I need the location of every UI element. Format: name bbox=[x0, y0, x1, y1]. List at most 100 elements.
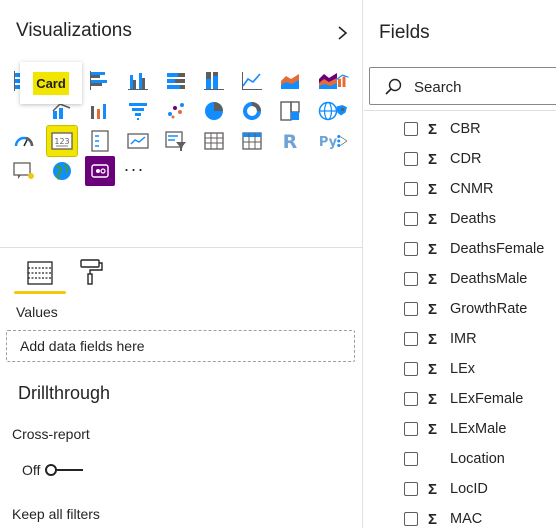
field-checkbox[interactable] bbox=[404, 452, 418, 466]
sigma-icon: Σ bbox=[427, 330, 437, 348]
filled-map-icon[interactable] bbox=[335, 96, 353, 126]
line-chart-icon[interactable] bbox=[237, 66, 267, 96]
azure-map-icon[interactable] bbox=[47, 156, 77, 186]
gauge-icon[interactable] bbox=[9, 126, 39, 156]
field-item[interactable]: Location bbox=[404, 447, 554, 471]
fields-pane: Fields Search Σ CBR Σ CDR Σ CNMR Σ Deaths Σ Death… bbox=[364, 0, 556, 528]
sigma-icon: Σ bbox=[427, 120, 437, 138]
visualizations-title: Visualizations bbox=[16, 20, 132, 41]
field-item[interactable]: Σ CDR bbox=[404, 147, 554, 171]
field-name: CDR bbox=[450, 151, 482, 167]
field-item[interactable]: Σ IMR bbox=[404, 327, 554, 351]
sigma-icon: Σ bbox=[427, 210, 437, 228]
sigma-icon: Σ bbox=[427, 420, 437, 438]
visualizations-pane: Visualizations 123 R Py ··· Card Values … bbox=[0, 0, 363, 528]
field-item[interactable]: Σ LEx bbox=[404, 357, 554, 381]
field-checkbox[interactable] bbox=[404, 272, 418, 286]
field-name: DeathsMale bbox=[450, 271, 528, 287]
card-visual-icon[interactable]: 123 bbox=[46, 125, 78, 157]
field-checkbox[interactable] bbox=[404, 422, 418, 436]
field-item[interactable]: Σ Deaths bbox=[404, 207, 554, 231]
search-icon bbox=[385, 78, 402, 95]
sigma-icon: Σ bbox=[427, 480, 437, 498]
field-name: CNMR bbox=[450, 181, 494, 197]
fields-list-divider bbox=[364, 110, 556, 111]
field-checkbox[interactable] bbox=[404, 242, 418, 256]
field-item[interactable]: Σ DeathsFemale bbox=[404, 237, 554, 261]
kpi-icon[interactable] bbox=[123, 126, 153, 156]
pie-chart-icon[interactable] bbox=[199, 96, 229, 126]
sigma-icon: Σ bbox=[427, 240, 437, 258]
field-item[interactable]: Σ LExMale bbox=[404, 417, 554, 441]
field-name: LExMale bbox=[450, 421, 507, 437]
paint-roller-format-icon[interactable] bbox=[78, 258, 104, 286]
field-name: LocID bbox=[450, 481, 488, 497]
clustered-bar-chart-icon[interactable] bbox=[85, 66, 115, 96]
scatter-chart-icon[interactable] bbox=[161, 96, 191, 126]
drillthrough-heading: Drillthrough bbox=[18, 383, 111, 403]
slicer-icon[interactable] bbox=[161, 126, 191, 156]
line-and-column-chart-icon[interactable] bbox=[335, 66, 353, 96]
key-influencers-icon[interactable] bbox=[335, 126, 353, 156]
field-name: CBR bbox=[450, 121, 481, 137]
field-checkbox[interactable] bbox=[404, 332, 418, 346]
power-apps-visual-icon[interactable] bbox=[85, 156, 115, 186]
donut-chart-icon[interactable] bbox=[237, 96, 267, 126]
sigma-icon: Σ bbox=[427, 390, 437, 408]
field-name: IMR bbox=[450, 331, 477, 347]
field-item[interactable]: Σ DeathsMale bbox=[404, 267, 554, 291]
cross-report-toggle[interactable]: Off bbox=[22, 458, 85, 482]
fields-search-input[interactable]: Search bbox=[369, 67, 556, 105]
table-visual-icon[interactable] bbox=[199, 126, 229, 156]
field-name: LEx bbox=[450, 361, 475, 377]
fields-title: Fields bbox=[379, 22, 430, 43]
field-checkbox[interactable] bbox=[404, 482, 418, 496]
field-item[interactable]: Σ LocID bbox=[404, 477, 554, 501]
funnel-icon[interactable] bbox=[123, 96, 153, 126]
values-well-label: Values bbox=[16, 304, 58, 320]
multi-row-card-icon[interactable] bbox=[85, 126, 115, 156]
sigma-icon: Σ bbox=[427, 360, 437, 378]
tooltip-text: Card bbox=[33, 71, 69, 95]
field-name: DeathsFemale bbox=[450, 241, 545, 257]
values-drop-zone[interactable]: Add data fields here bbox=[6, 330, 355, 362]
field-item[interactable]: Σ LExFemale bbox=[404, 387, 554, 411]
r-script-visual-icon[interactable]: R bbox=[275, 126, 305, 156]
100-stacked-column-chart-icon[interactable] bbox=[199, 66, 229, 96]
field-item[interactable]: Σ CBR bbox=[404, 117, 554, 141]
field-checkbox[interactable] bbox=[404, 182, 418, 196]
field-checkbox[interactable] bbox=[404, 512, 418, 526]
card-tooltip: Card bbox=[20, 62, 82, 104]
cross-report-label: Cross-report bbox=[12, 426, 90, 442]
field-checkbox[interactable] bbox=[404, 122, 418, 136]
field-checkbox[interactable] bbox=[404, 392, 418, 406]
field-item[interactable]: Σ CNMR bbox=[404, 177, 554, 201]
sigma-icon: Σ bbox=[427, 270, 437, 288]
field-item[interactable]: Σ MAC bbox=[404, 507, 554, 528]
area-chart-icon[interactable] bbox=[275, 66, 305, 96]
field-name: Location bbox=[450, 451, 505, 467]
pane-divider bbox=[0, 247, 362, 248]
field-name: GrowthRate bbox=[450, 301, 528, 317]
toggle-state-label: Off bbox=[22, 462, 41, 478]
active-tab-indicator bbox=[14, 291, 66, 294]
field-checkbox[interactable] bbox=[404, 212, 418, 226]
field-checkbox[interactable] bbox=[404, 362, 418, 376]
field-item[interactable]: Σ GrowthRate bbox=[404, 297, 554, 321]
smart-narrative-icon[interactable] bbox=[9, 156, 39, 186]
toggle-switch[interactable] bbox=[45, 462, 85, 478]
treemap-icon[interactable] bbox=[275, 96, 305, 126]
sigma-icon: Σ bbox=[427, 510, 437, 528]
matrix-visual-icon[interactable] bbox=[237, 126, 267, 156]
field-checkbox[interactable] bbox=[404, 152, 418, 166]
keep-all-filters-label: Keep all filters bbox=[12, 506, 100, 522]
sigma-icon: Σ bbox=[427, 150, 437, 168]
sigma-icon: Σ bbox=[427, 180, 437, 198]
more-visuals-icon[interactable]: ··· bbox=[119, 154, 149, 184]
100-stacked-bar-chart-icon[interactable] bbox=[161, 66, 191, 96]
tab-fields-wells[interactable] bbox=[14, 256, 66, 294]
clustered-column-chart-icon[interactable] bbox=[123, 66, 153, 96]
field-checkbox[interactable] bbox=[404, 302, 418, 316]
collapse-chevron-icon[interactable] bbox=[334, 22, 352, 44]
ribbon-chart-icon[interactable] bbox=[85, 96, 115, 126]
